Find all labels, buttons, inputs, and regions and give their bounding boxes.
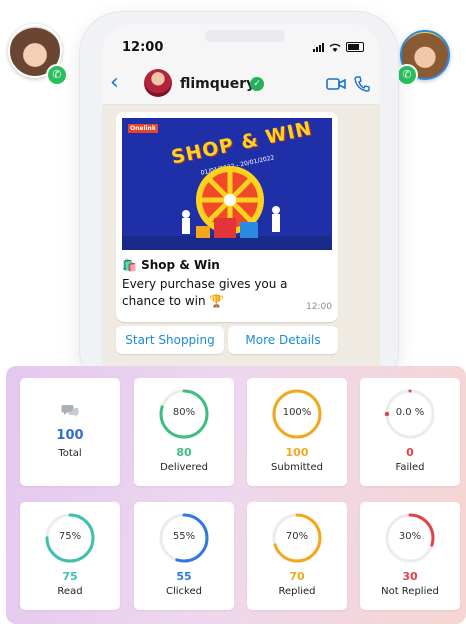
video-call-icon[interactable] [326, 77, 346, 91]
stat-label: Delivered [160, 462, 208, 473]
stat-label: Submitted [271, 462, 323, 473]
stat-card-delivered: 80% 80 Delivered [134, 378, 234, 486]
back-button[interactable]: ‹ [110, 70, 119, 96]
whatsapp-icon: ✆ [46, 64, 68, 86]
campaign-banner-image: Onelink SHOP & WIN 01/01/2022 - 20/01/20… [122, 118, 332, 250]
message-body: Every purchase gives you a chance to win… [122, 277, 288, 308]
stat-percent: 100% [282, 407, 312, 418]
stat-label: Failed [395, 462, 425, 473]
customer-avatar-right: ✆ [396, 30, 450, 86]
stat-value: 70 [289, 570, 305, 583]
whatsapp-icon: ✆ [396, 64, 418, 86]
contact-avatar[interactable] [144, 69, 172, 97]
stat-value: 100 [56, 428, 84, 443]
wifi-icon [329, 43, 341, 52]
stat-percent: 30% [398, 531, 422, 542]
battery-icon [346, 42, 364, 52]
stat-label: Replied [278, 586, 316, 597]
stat-label: Clicked [166, 586, 202, 597]
stat-label: Total [58, 448, 82, 459]
template-message-bubble: Onelink SHOP & WIN 01/01/2022 - 20/01/20… [116, 112, 338, 322]
stat-card-not-replied: 30% 30 Not Replied [360, 502, 460, 610]
chat-header: ‹ flimquery ✓ [102, 66, 380, 105]
message-time: 12:00 [306, 302, 332, 312]
stat-value: 75 [62, 570, 78, 583]
contact-name[interactable]: flimquery [180, 76, 255, 92]
stat-card-total: 100 Total [20, 378, 120, 486]
customer-avatar-left: ✆ [8, 24, 68, 86]
phone-screen: 12:00 ‹ flimquery ✓ Onelink SHOP & WIN 0… [102, 24, 380, 384]
chat-bubbles-icon [61, 405, 79, 417]
stat-percent: 70% [285, 531, 309, 542]
phone-icon[interactable] [354, 76, 370, 92]
stat-label: Not Replied [381, 586, 439, 597]
stat-value: 80 [176, 446, 192, 459]
stat-percent: 0.0 % [395, 407, 425, 418]
stat-value: 30 [402, 570, 418, 583]
stat-card-submitted: 100% 100 Submitted [247, 378, 347, 486]
stat-value: 100 [285, 446, 309, 459]
campaign-stats-panel: 100 Total 80% 80 Delivered 100% 100 Subm… [6, 366, 466, 624]
stat-percent: 55% [172, 531, 196, 542]
stat-card-read: 75% 75 Read [20, 502, 120, 610]
status-time: 12:00 [122, 40, 164, 55]
stat-label: Read [57, 586, 83, 597]
phone-speaker [205, 30, 285, 42]
stat-percent: 75% [58, 531, 82, 542]
stat-percent: 80% [172, 407, 196, 418]
stat-value: 0 [406, 446, 414, 459]
signal-icon [313, 43, 324, 52]
prize-wheel-illustration [122, 166, 332, 250]
more-details-button[interactable]: More Details [228, 326, 338, 354]
stat-card-replied: 70% 70 Replied [247, 502, 347, 610]
stat-card-failed: 0.0 % 0 Failed [360, 378, 460, 486]
verified-check-icon: ✓ [250, 77, 264, 91]
stat-card-clicked: 55% 55 Clicked [134, 502, 234, 610]
start-shopping-button[interactable]: Start Shopping [116, 326, 224, 354]
stat-value: 55 [176, 570, 192, 583]
message-title: 🛍️ Shop & Win [122, 258, 220, 272]
